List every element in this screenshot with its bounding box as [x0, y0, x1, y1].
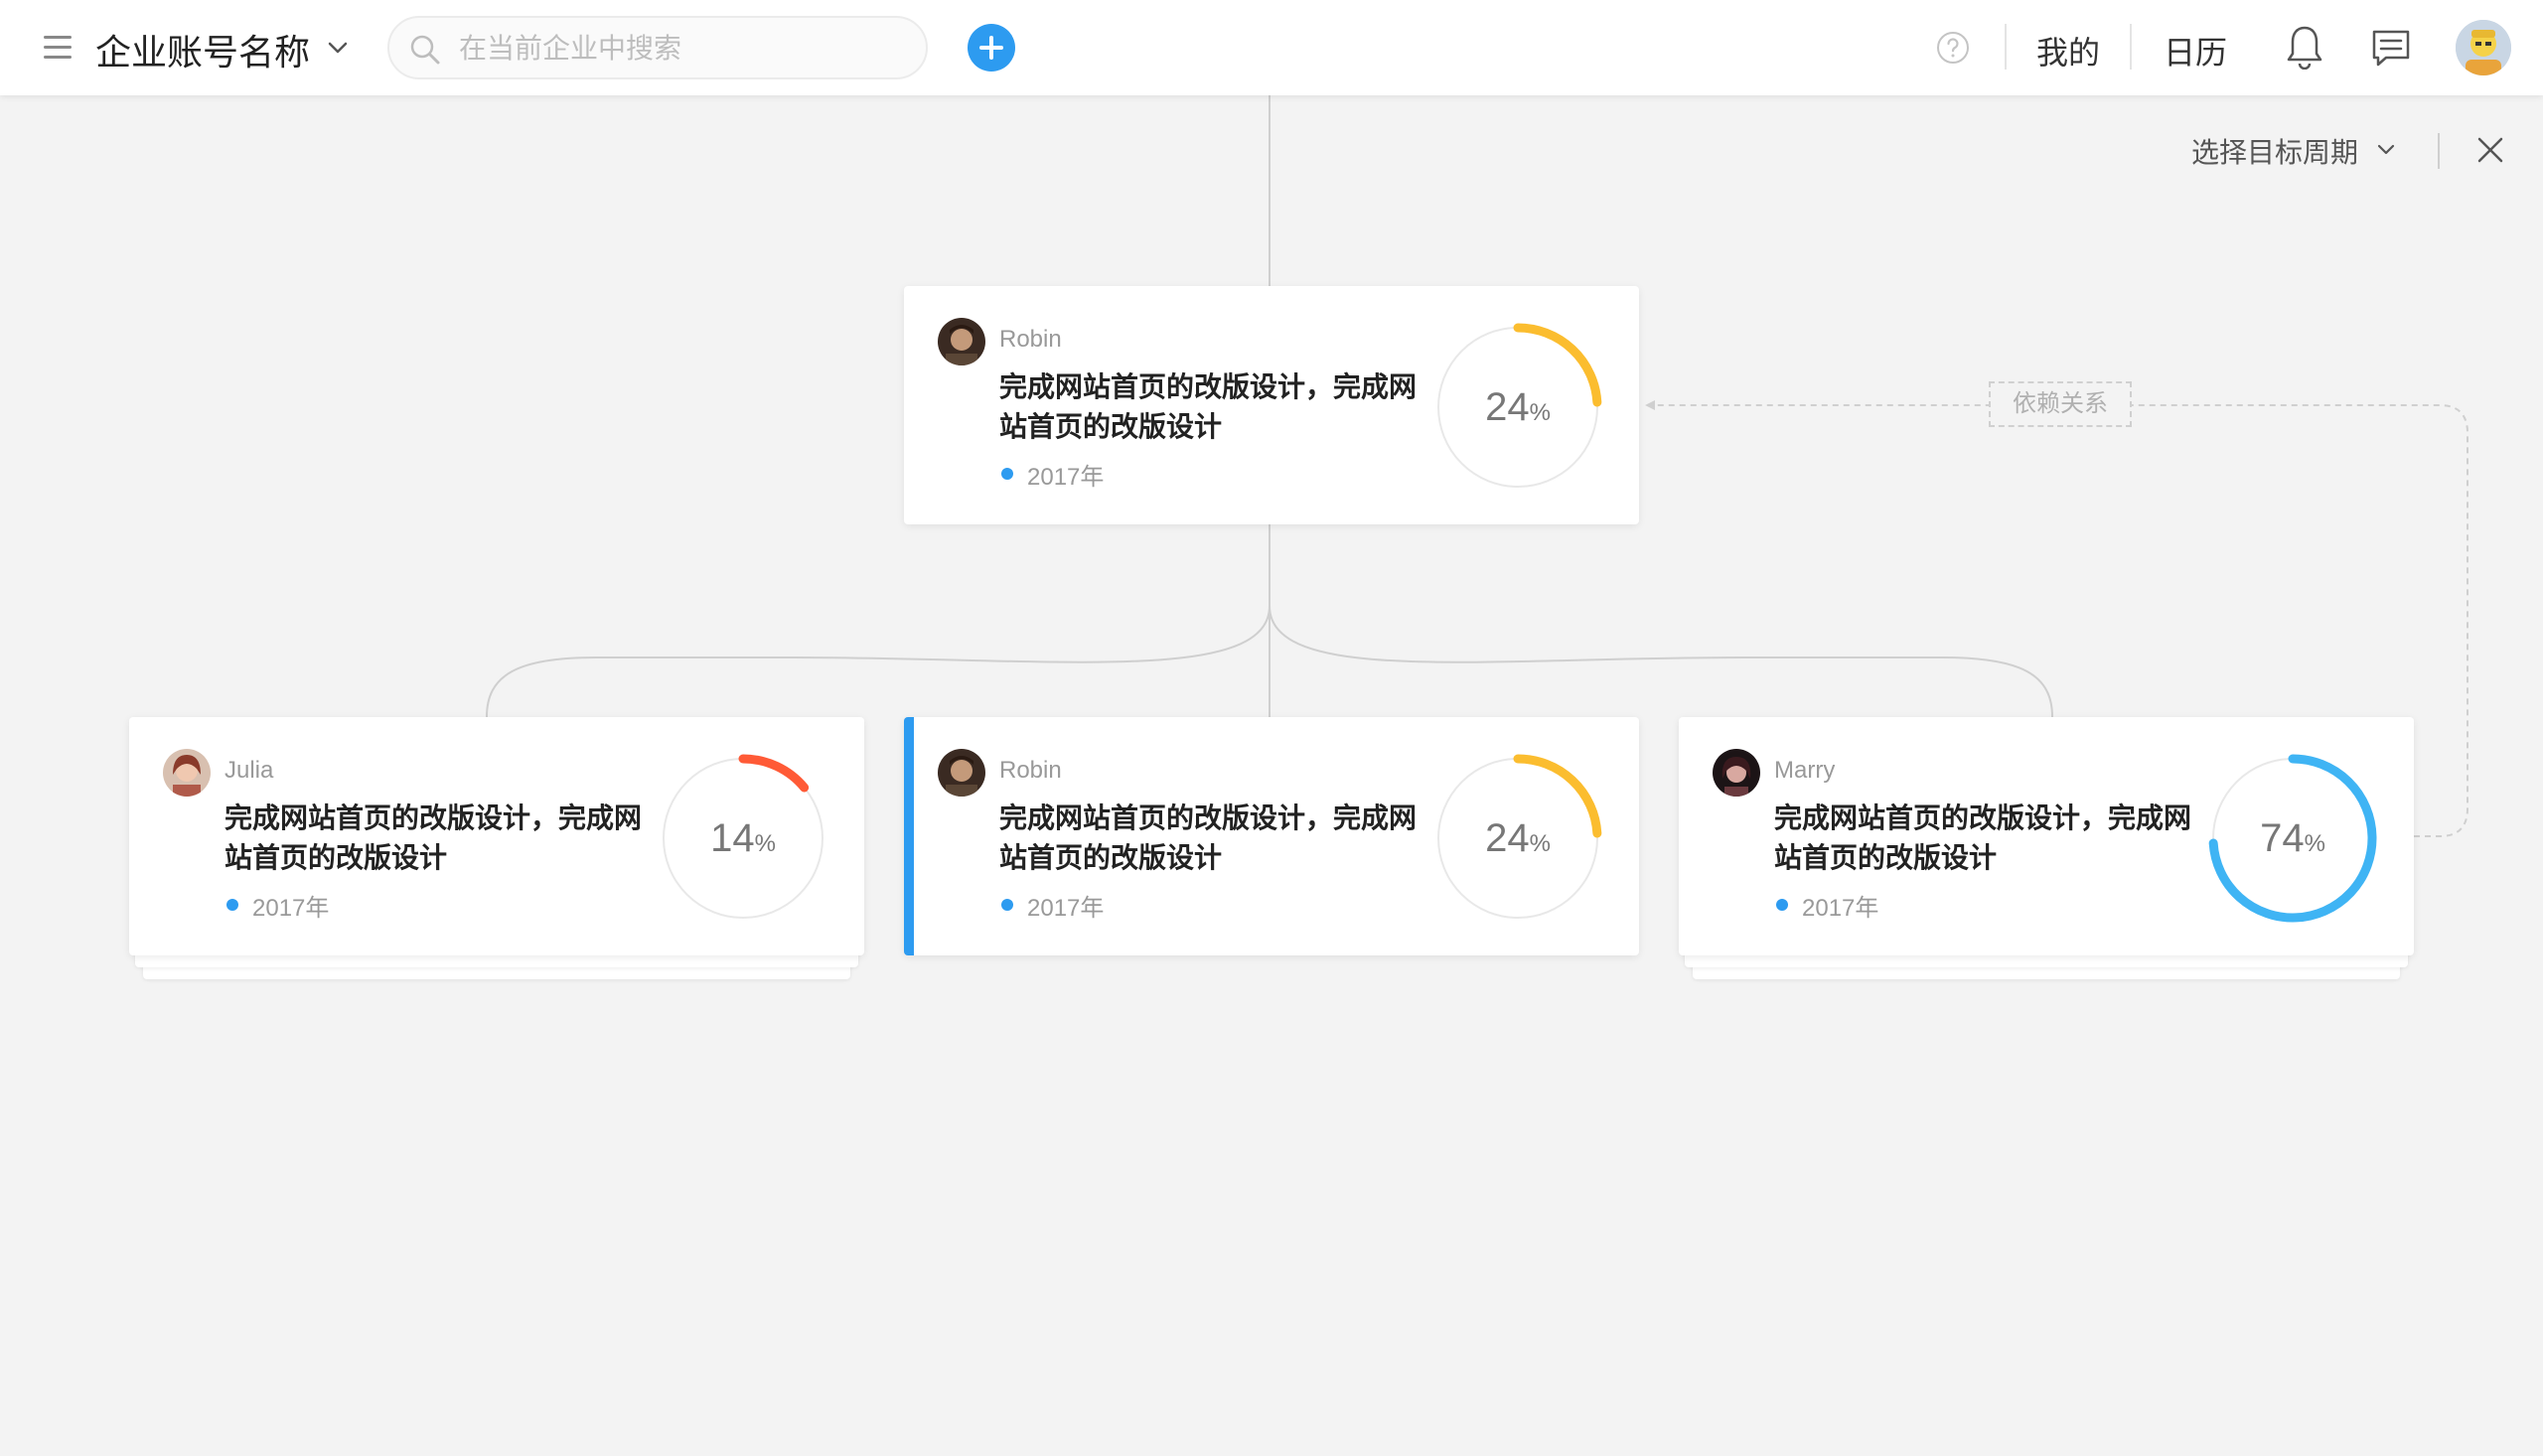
progress-percent: 24% — [1430, 320, 1605, 495]
connector-left — [486, 605, 1271, 718]
status-dot — [1776, 899, 1788, 911]
avatar — [938, 318, 985, 365]
user-avatar-image — [2456, 20, 2511, 75]
chevron-down-icon[interactable] — [324, 34, 352, 62]
user-avatar[interactable] — [2456, 20, 2511, 75]
add-button[interactable] — [968, 24, 1015, 72]
avatar — [1713, 749, 1760, 797]
progress-value: 14 — [710, 816, 755, 860]
top-bar: 企业账号名称 我的 日历 — [0, 0, 2543, 95]
search-box — [387, 16, 928, 79]
avatar — [163, 749, 211, 797]
dependency-label: 依赖关系 — [1989, 381, 2132, 427]
owner-name: Robin — [999, 326, 1062, 353]
bell-icon[interactable] — [2285, 24, 2324, 70]
owner-name: Julia — [224, 757, 274, 784]
objective-year: 2017年 — [1802, 895, 1879, 922]
nav-divider — [2130, 24, 2132, 70]
objective-card[interactable]: Robin 完成网站首页的改版设计，完成网站首页的改版设计 2017年 24% — [904, 286, 1639, 524]
nav-calendar[interactable]: 日历 — [2164, 28, 2227, 73]
progress-percent-sign: % — [754, 830, 776, 857]
progress-percent-sign: % — [2304, 830, 2325, 857]
nav-divider — [2005, 24, 2007, 70]
objective-title: 完成网站首页的改版设计，完成网站首页的改版设计 — [999, 802, 1418, 873]
objective-card[interactable]: Robin 完成网站首页的改版设计，完成网站首页的改版设计 2017年 24% — [904, 717, 1639, 955]
progress-value: 74 — [2260, 816, 2305, 860]
company-name[interactable]: 企业账号名称 — [95, 24, 310, 75]
help-icon[interactable] — [1935, 30, 1971, 66]
progress-percent-sign: % — [1529, 830, 1551, 857]
objective-year: 2017年 — [252, 895, 330, 922]
progress-percent: 74% — [2205, 751, 2380, 926]
status-dot — [1001, 899, 1013, 911]
connector-right — [1269, 605, 2053, 718]
objective-title: 完成网站首页的改版设计，完成网站首页的改版设计 — [999, 371, 1418, 442]
progress-percent-sign: % — [1529, 399, 1551, 426]
status-dot — [226, 899, 238, 911]
dependency-arrow — [1645, 400, 1655, 410]
objective-year: 2017年 — [1027, 464, 1105, 491]
progress-value: 24 — [1485, 816, 1530, 860]
objective-card[interactable]: Julia 完成网站首页的改版设计，完成网站首页的改版设计 2017年 14% — [129, 717, 864, 955]
search-input[interactable] — [459, 30, 906, 68]
objective-year: 2017年 — [1027, 895, 1105, 922]
objective-card[interactable]: Marry 完成网站首页的改版设计，完成网站首页的改版设计 2017年 74% — [1679, 717, 2414, 955]
progress-value: 24 — [1485, 385, 1530, 429]
progress-percent: 24% — [1430, 751, 1605, 926]
objective-title: 完成网站首页的改版设计，完成网站首页的改版设计 — [1774, 802, 2192, 873]
menu-icon[interactable] — [44, 36, 75, 60]
objective-title: 完成网站首页的改版设计，完成网站首页的改版设计 — [224, 802, 643, 873]
progress-percent: 14% — [656, 751, 830, 926]
status-dot — [1001, 468, 1013, 480]
nav-mine[interactable]: 我的 — [2036, 28, 2100, 73]
search-icon — [410, 35, 440, 65]
message-icon[interactable] — [2370, 28, 2412, 68]
owner-name: Robin — [999, 757, 1062, 784]
avatar — [938, 749, 985, 797]
owner-name: Marry — [1774, 757, 1836, 784]
